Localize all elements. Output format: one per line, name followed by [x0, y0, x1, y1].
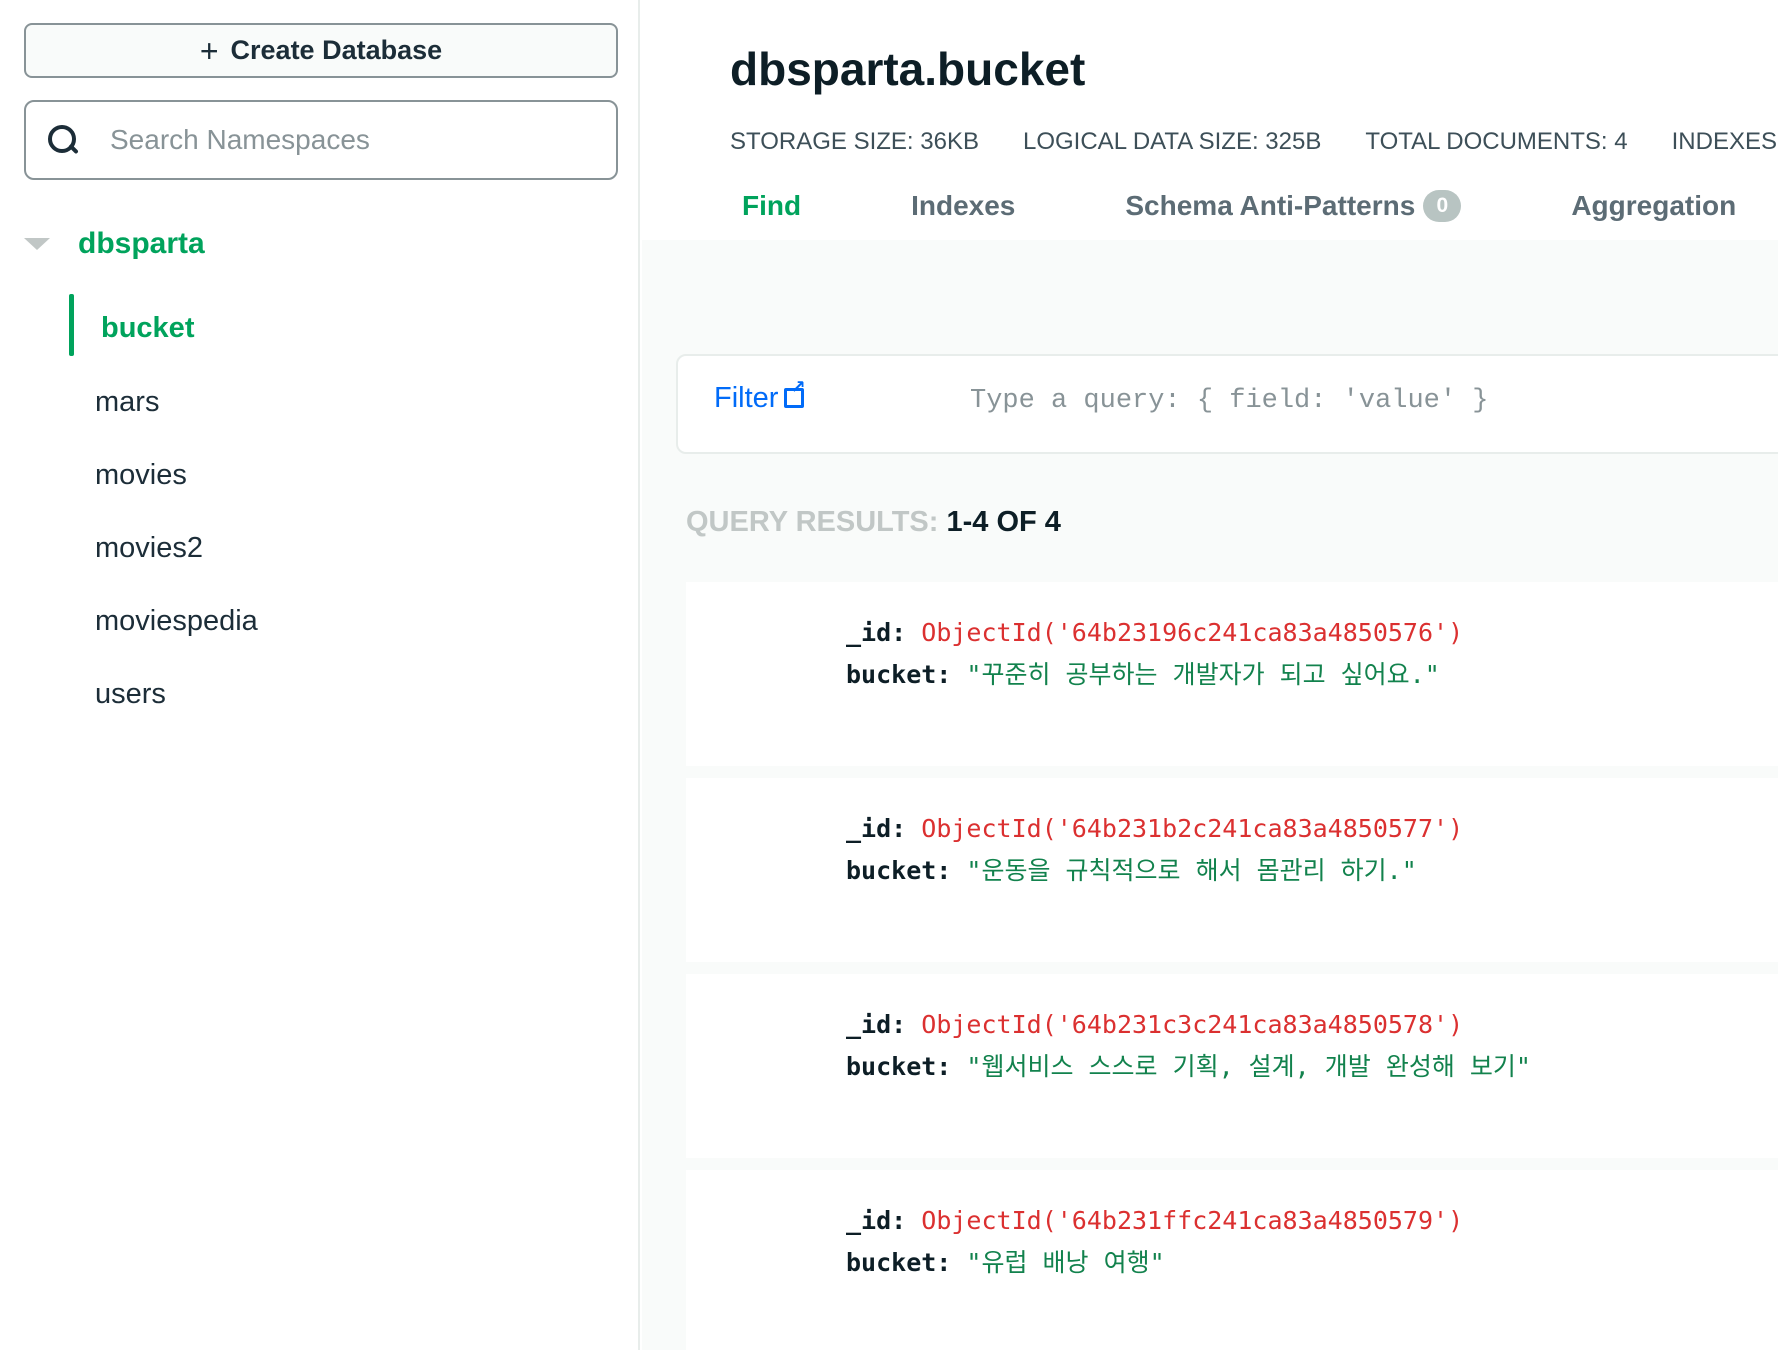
page-title: dbsparta.bucket — [730, 43, 1086, 95]
document-id-line: _id: ObjectId('64b231ffc241ca83a4850579'… — [846, 1206, 1463, 1235]
field-key: bucket: — [846, 1052, 952, 1081]
collection-label: mars — [95, 386, 160, 418]
results-count: 1-4 OF 4 — [946, 506, 1061, 538]
collection-item-movies2[interactable]: movies2 — [0, 512, 640, 585]
collection-header: dbsparta.bucket STORAGE SIZE: 36KB LOGIC… — [642, 0, 1778, 240]
document-bucket-line: bucket: "웹서비스 스스로 기획, 설계, 개발 완성해 보기" — [846, 1047, 1531, 1083]
stat-indexes: INDEXES T — [1672, 128, 1778, 156]
document-id-line: _id: ObjectId('64b231b2c241ca83a4850577'… — [846, 814, 1463, 843]
stat-key: INDEXES T — [1671, 128, 1778, 155]
document-id-line: _id: ObjectId('64b231c3c241ca83a4850578'… — [846, 1010, 1463, 1039]
string-value: "꾸준히 공부하는 개발자가 되고 싶어요." — [966, 660, 1440, 689]
collection-label: bucket — [101, 311, 195, 344]
stat-value: 325B — [1265, 128, 1322, 155]
stat-logical-data-size: LOGICAL DATA SIZE: 325B — [1023, 128, 1321, 156]
filter-link[interactable]: Filter — [714, 377, 806, 415]
collection-item-users[interactable]: users — [0, 658, 640, 731]
object-id-value: ObjectId('64b23196c241ca83a4850576') — [921, 618, 1464, 647]
collection-tabs: Find Indexes Schema Anti-Patterns 0 Aggre… — [702, 190, 1736, 222]
collection-label: movies — [95, 459, 187, 491]
tab-label: Find — [742, 190, 802, 221]
filter-bar: Filter — [676, 354, 1778, 454]
stat-total-documents: TOTAL DOCUMENTS: 4 — [1365, 128, 1627, 156]
stat-key: STORAGE SIZE: — [730, 128, 914, 155]
database-name: dbsparta — [78, 227, 205, 260]
tab-label: Schema Anti-Patterns — [1125, 190, 1416, 221]
collection-label: movies2 — [95, 532, 203, 564]
document-id-line: _id: ObjectId('64b23196c241ca83a4850576'… — [846, 618, 1463, 647]
collection-label: users — [95, 678, 166, 710]
search-namespaces-box[interactable] — [24, 100, 618, 180]
collection-stats: STORAGE SIZE: 36KB LOGICAL DATA SIZE: 32… — [730, 128, 1778, 156]
tab-aggregation[interactable]: Aggregation — [1571, 190, 1736, 222]
document-bucket-line: bucket: "운동을 규칙적으로 해서 몸관리 하기." — [846, 851, 1417, 887]
filter-label: Filter — [714, 382, 779, 414]
tab-indexes[interactable]: Indexes — [911, 190, 1015, 222]
collection-item-moviespedia[interactable]: moviespedia — [0, 585, 640, 658]
object-id-value: ObjectId('64b231c3c241ca83a4850578') — [921, 1010, 1464, 1039]
caret-down-icon[interactable] — [24, 238, 50, 250]
search-icon — [46, 123, 80, 157]
main-panel: dbsparta.bucket STORAGE SIZE: 36KB LOGIC… — [642, 0, 1778, 1350]
document-card[interactable]: _id: ObjectId('64b231c3c241ca83a4850578'… — [686, 974, 1778, 1158]
document-bucket-line: bucket: "꾸준히 공부하는 개발자가 되고 싶어요." — [846, 655, 1440, 691]
collection-list: bucket mars movies movies2 moviespedia u… — [0, 290, 640, 731]
string-value: "웹서비스 스스로 기획, 설계, 개발 완성해 보기" — [966, 1052, 1531, 1081]
string-value: "운동을 규칙적으로 해서 몸관리 하기." — [966, 856, 1417, 885]
create-database-button[interactable]: + Create Database — [24, 23, 618, 78]
tab-label: Indexes — [911, 190, 1016, 221]
object-id-value: ObjectId('64b231ffc241ca83a4850579') — [921, 1206, 1464, 1235]
tab-schema-anti-patterns[interactable]: Schema Anti-Patterns 0 — [1125, 190, 1462, 222]
stat-key: LOGICAL DATA SIZE: — [1023, 128, 1259, 155]
document-card[interactable]: _id: ObjectId('64b231b2c241ca83a4850577'… — [686, 778, 1778, 962]
sidebar: + Create Database dbsparta bucket mars m… — [0, 0, 640, 1350]
document-bucket-line: bucket: "유럽 배낭 여행" — [846, 1243, 1165, 1279]
plus-icon: + — [199, 32, 219, 69]
stat-key: TOTAL DOCUMENTS: — [1365, 128, 1608, 155]
query-results-summary: QUERY RESULTS: 1-4 OF 4 — [686, 506, 1061, 539]
field-key: _id: — [846, 1206, 907, 1235]
tab-label: Aggregation — [1571, 190, 1737, 221]
document-card[interactable]: _id: ObjectId('64b231ffc241ca83a4850579'… — [686, 1170, 1778, 1350]
field-key: bucket: — [846, 856, 952, 885]
field-key: bucket: — [846, 660, 952, 689]
search-namespaces-input[interactable] — [110, 124, 590, 156]
create-database-label: Create Database — [230, 35, 443, 65]
external-link-icon — [784, 377, 806, 408]
object-id-value: ObjectId('64b231b2c241ca83a4850577') — [921, 814, 1464, 843]
stat-value: 4 — [1614, 128, 1628, 155]
string-value: "유럽 배낭 여행" — [966, 1248, 1165, 1277]
stat-storage-size: STORAGE SIZE: 36KB — [730, 128, 979, 156]
field-key: bucket: — [846, 1248, 952, 1277]
collection-label: moviespedia — [95, 605, 258, 637]
collection-item-movies[interactable]: movies — [0, 439, 640, 512]
database-item-dbsparta[interactable]: dbsparta — [24, 222, 205, 266]
results-key: QUERY RESULTS: — [686, 506, 939, 538]
field-key: _id: — [846, 1010, 907, 1039]
field-key: _id: — [846, 814, 907, 843]
count-badge: 0 — [1423, 190, 1462, 222]
collection-item-mars[interactable]: mars — [0, 366, 640, 439]
document-card[interactable]: _id: ObjectId('64b23196c241ca83a4850576'… — [686, 582, 1778, 766]
stat-value: 36KB — [920, 128, 979, 155]
collection-item-bucket[interactable]: bucket — [0, 290, 640, 366]
tab-find[interactable]: Find — [742, 190, 801, 222]
query-input[interactable] — [970, 386, 1770, 416]
field-key: _id: — [846, 618, 907, 647]
